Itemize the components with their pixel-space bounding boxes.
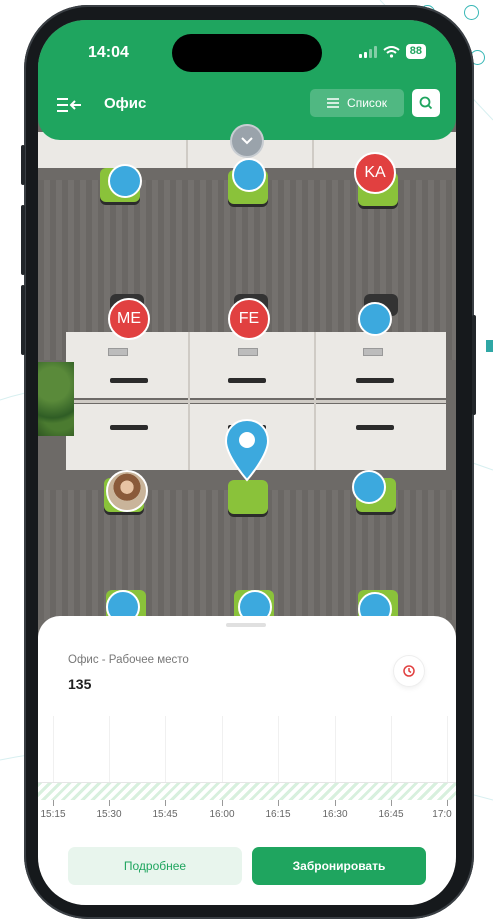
status-icons: 88 [358,44,426,59]
status-time: 14:04 [88,44,129,61]
list-view-label: Список [347,96,387,110]
book-button[interactable]: Забронировать [252,847,426,885]
workplace-number: 135 [68,676,92,692]
timeline-label: 16:00 [209,809,235,820]
list-icon [327,98,340,108]
seat-marker-free[interactable] [358,302,392,336]
collapse-menu-icon[interactable] [56,96,82,114]
decor-circle [464,5,479,20]
availability-band [38,782,456,800]
app-screen: KA ME FE 14:04 88 Офис Список Офис - Раб… [38,20,456,905]
chevron-down-icon [241,137,253,145]
search-icon [419,96,433,110]
timeline-label: 15:45 [152,809,178,820]
seat-marker-occupied[interactable]: ME [108,298,150,340]
seat-marker-free[interactable] [232,158,266,192]
timeline-label: 15:30 [96,809,122,820]
seat-marker-occupied[interactable]: FE [228,298,270,340]
battery-indicator: 88 [405,44,426,59]
decor-bar [486,340,493,352]
app-header: 14:04 88 Офис Список [38,20,456,140]
timeline-label: 16:15 [265,809,291,820]
search-button[interactable] [412,89,440,117]
signal-icon [358,45,377,58]
timeline-label: 15:15 [40,809,66,820]
seat-marker-free[interactable] [108,164,142,198]
plant-decoration [38,362,74,436]
location-pin-icon[interactable] [224,418,270,482]
page-title: Офис [104,95,147,112]
seat-marker-occupied[interactable]: KA [354,152,396,194]
seat-marker-free[interactable] [352,470,386,504]
workplace-label: Офис - Рабочее место [68,654,189,666]
workplace-sheet: Офис - Рабочее место 135 15:15 15:30 15:… [38,616,456,905]
timeline-label: 16:30 [322,809,348,820]
details-button[interactable]: Подробнее [68,847,242,885]
booking-timeline[interactable]: 15:15 15:30 15:45 16:00 16:15 16:30 16:4… [38,716,456,826]
collapse-header-button[interactable] [230,124,264,158]
timeline-label: 16:45 [378,809,404,820]
dynamic-island [172,34,322,72]
timeline-label: 17:0 [432,809,452,820]
history-icon [403,665,415,677]
seat-marker-user-avatar[interactable] [106,470,148,512]
sheet-grabber[interactable] [226,623,266,627]
list-view-button[interactable]: Список [310,89,404,117]
wifi-icon [383,45,400,58]
history-button[interactable] [394,656,424,686]
